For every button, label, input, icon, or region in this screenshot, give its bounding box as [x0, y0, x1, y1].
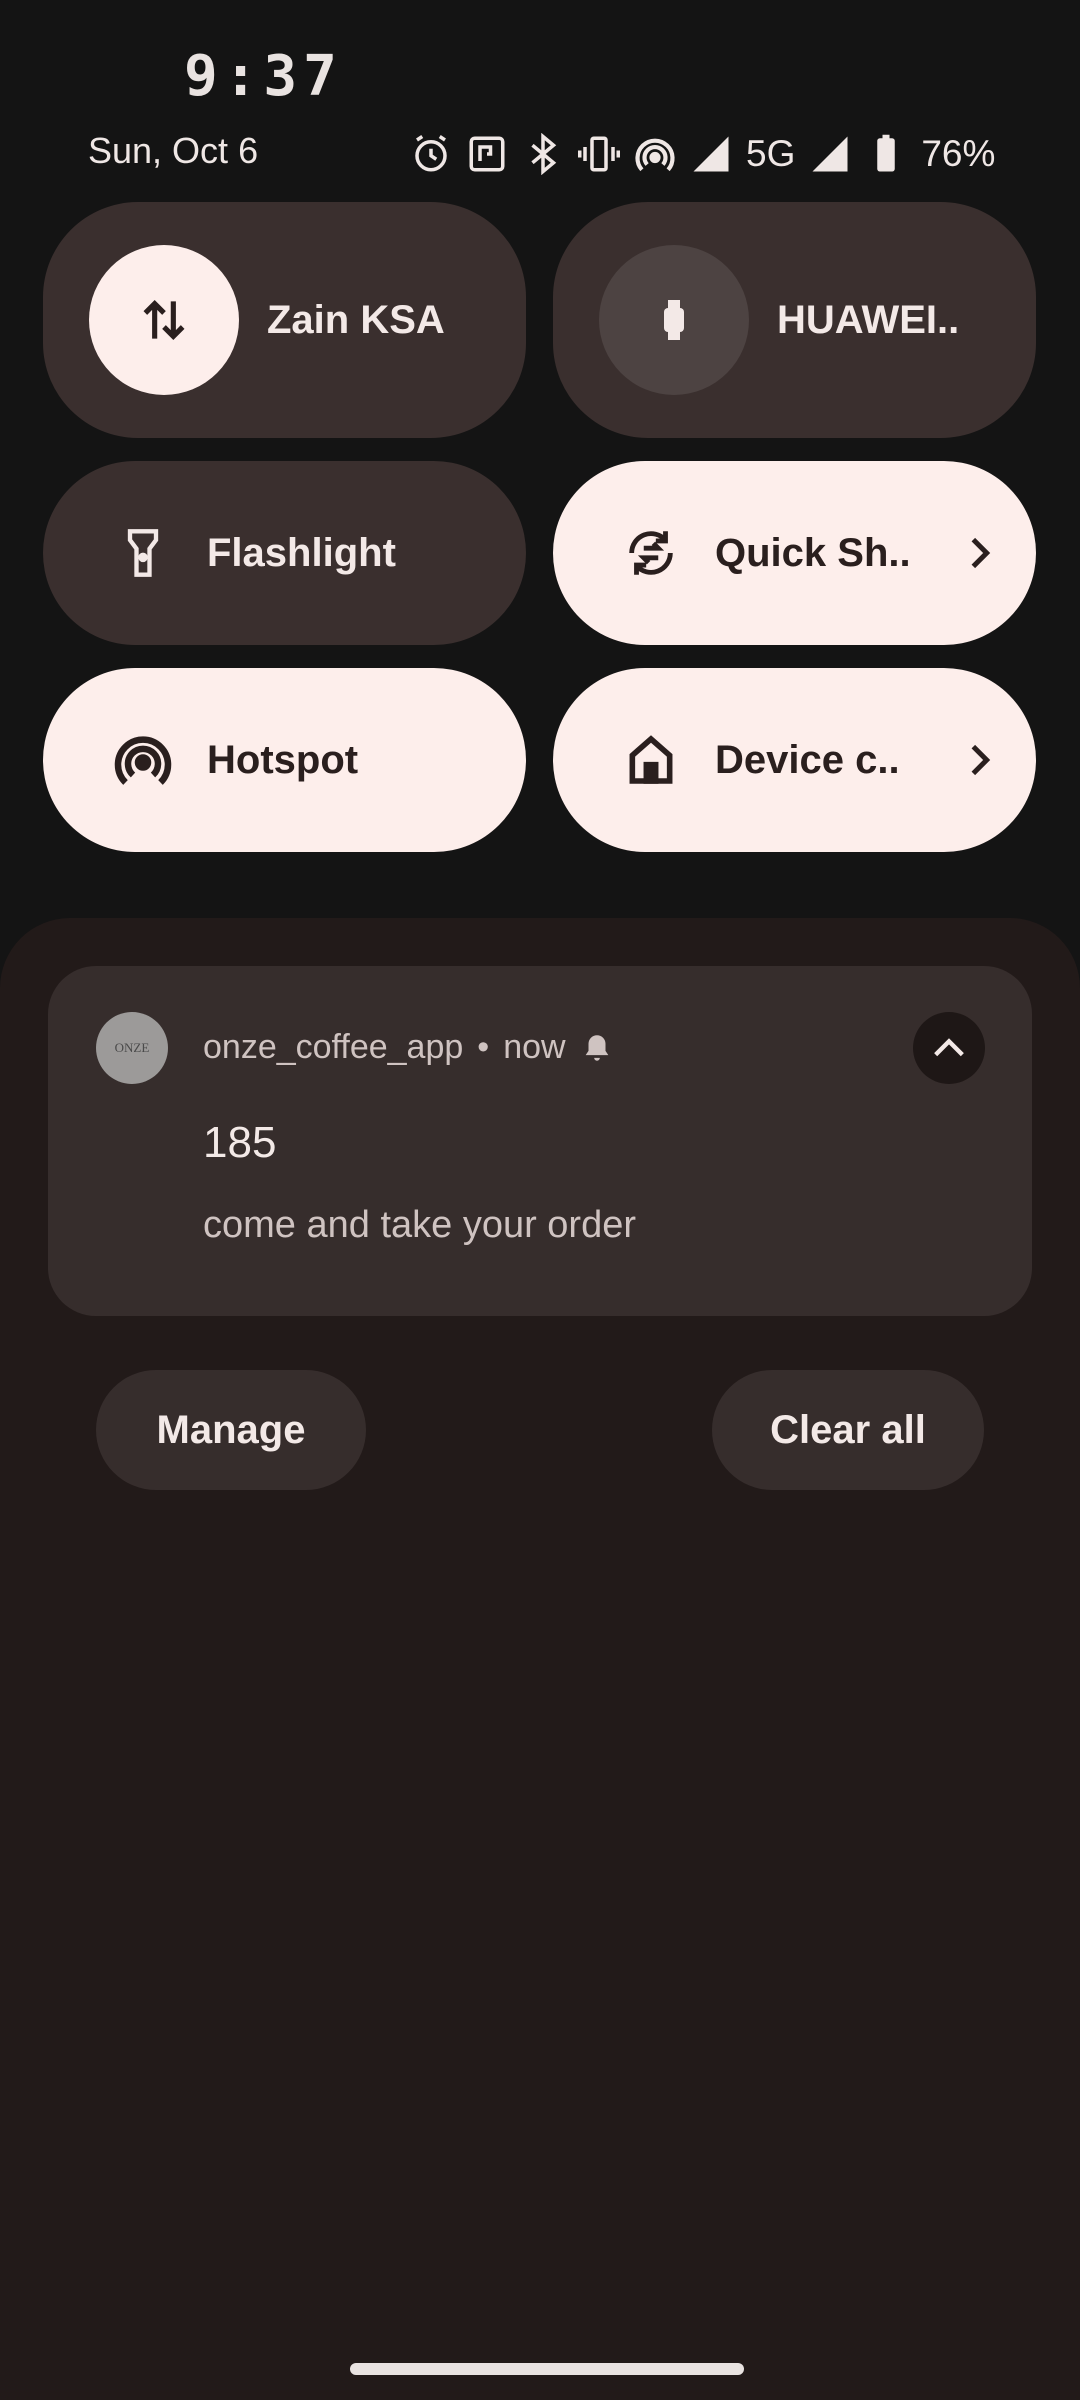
alarm-icon — [415, 135, 447, 172]
tile-label: Flashlight — [207, 530, 396, 575]
app-name: onze_coffee_app — [203, 1028, 464, 1066]
home-icon — [621, 730, 681, 790]
quick-share-icon — [621, 523, 681, 583]
tile-label: Quick Sh.. — [715, 530, 911, 575]
flashlight-icon — [113, 523, 173, 583]
notification-time: now — [503, 1028, 566, 1066]
battery-icon — [877, 134, 896, 172]
notification-text: come and take your order — [203, 1204, 637, 1246]
separator: • — [477, 1028, 490, 1066]
tile-label: Hotspot — [207, 737, 359, 782]
alerting-bell-icon — [585, 1034, 608, 1061]
clock: 9:37 — [184, 44, 343, 109]
collapse-button[interactable] — [913, 1012, 985, 1084]
vibrate-icon — [578, 136, 620, 172]
battery-percent: 76% — [921, 133, 996, 174]
tile-label: Device c.. — [715, 737, 900, 782]
tile-flashlight[interactable]: Flashlight — [43, 461, 526, 645]
tile-hotspot[interactable]: Hotspot — [43, 668, 526, 852]
tile-huawei-watch[interactable]: HUAWEI.. — [553, 202, 1036, 438]
tile-label: Zain KSA — [267, 297, 445, 342]
chevron-right-icon — [971, 744, 991, 776]
hotspot-icon — [113, 730, 173, 790]
network-type: 5G — [746, 133, 796, 174]
tile-device-controls[interactable]: Device c.. — [553, 668, 1036, 852]
bluetooth-icon — [531, 133, 557, 175]
nfc-icon — [469, 136, 505, 172]
tile-label: HUAWEI.. — [777, 297, 960, 342]
mobile-data-icon — [89, 245, 239, 395]
date: Sun, Oct 6 — [88, 130, 259, 171]
home-gesture-bar[interactable] — [350, 2363, 744, 2375]
tile-quick-share[interactable]: Quick Sh.. — [553, 461, 1036, 645]
chevron-right-icon — [971, 537, 991, 569]
signal-icon — [693, 136, 729, 172]
notification-header: onze_coffee_app • now — [203, 1028, 614, 1067]
notification-card[interactable] — [48, 966, 1032, 1316]
manage-button[interactable]: Manage — [96, 1370, 366, 1490]
app-icon: ONZE — [96, 1012, 168, 1084]
notification-title: 185 — [203, 1118, 277, 1167]
chevron-up-icon — [934, 1038, 964, 1057]
tile-mobile-data[interactable]: Zain KSA — [43, 202, 526, 438]
app-icon-text: ONZE — [114, 1040, 150, 1055]
watch-icon — [599, 245, 749, 395]
hotspot-status-icon — [635, 138, 675, 172]
signal-icon-2 — [812, 136, 848, 172]
status-icons: 5G 76% — [410, 126, 995, 182]
clear-all-button[interactable]: Clear all — [712, 1370, 984, 1490]
